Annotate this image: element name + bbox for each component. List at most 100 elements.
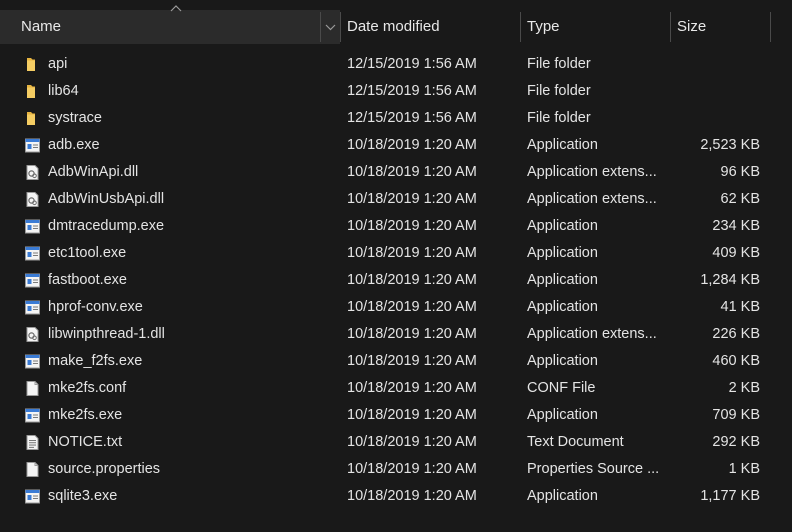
file-row[interactable]: systrace 12/15/2019 1:56 AM File folder: [0, 105, 792, 132]
file-icon: [24, 380, 41, 397]
chevron-down-icon: [325, 24, 336, 31]
file-row[interactable]: mke2fs.conf 10/18/2019 1:20 AM CONF File 2 …: [0, 375, 792, 402]
column-header-name[interactable]: Name: [0, 10, 340, 44]
file-row[interactable]: dmtracedump.exe 10/18/2019 1:20 AM Applica…: [0, 213, 792, 240]
file-size: 292 KB: [712, 434, 760, 450]
file-date-modified: 10/18/2019 1:20 AM: [347, 326, 477, 342]
file-type: Properties Source ...: [527, 461, 660, 477]
file-type: Application: [527, 407, 598, 423]
file-name: adb.exe: [48, 137, 100, 153]
application-icon: [24, 137, 41, 154]
file-name: mke2fs.exe: [48, 407, 123, 423]
file-size: 1,284 KB: [700, 272, 760, 288]
file-size: 1 KB: [728, 461, 760, 477]
file-type: Text Document: [527, 434, 624, 450]
file-type: Application: [527, 137, 598, 153]
file-name: api: [48, 56, 68, 72]
file-name: dmtracedump.exe: [48, 218, 165, 234]
file-row[interactable]: AdbWinApi.dll 10/18/2019 1:20 AM Applicati…: [0, 159, 792, 186]
file-type: Application extens...: [527, 164, 657, 180]
file-name: fastboot.exe: [48, 272, 127, 288]
column-header-type[interactable]: Type: [520, 10, 670, 44]
file-name: mke2fs.conf: [48, 380, 127, 396]
file-name: hprof-conv.exe: [48, 299, 143, 315]
file-row[interactable]: NOTICE.txt 10/18/2019 1:20 AM Text Documen…: [0, 429, 792, 456]
file-date-modified: 10/18/2019 1:20 AM: [347, 353, 477, 369]
application-icon: [24, 353, 41, 370]
file-type: Application: [527, 245, 598, 261]
file-name: libwinpthread-1.dll: [48, 326, 165, 342]
file-row[interactable]: make_f2fs.exe 10/18/2019 1:20 AM Applicati…: [0, 348, 792, 375]
file-date-modified: 10/18/2019 1:20 AM: [347, 272, 477, 288]
file-row[interactable]: source.properties 10/18/2019 1:20 AM Prope…: [0, 456, 792, 483]
file-date-modified: 10/18/2019 1:20 AM: [347, 407, 477, 423]
file-size: 709 KB: [712, 407, 760, 423]
file-date-modified: 10/18/2019 1:20 AM: [347, 380, 477, 396]
column-divider[interactable]: [770, 12, 771, 42]
file-type: Application: [527, 299, 598, 315]
file-size: 1,177 KB: [700, 488, 760, 504]
file-name: sqlite3.exe: [48, 488, 118, 504]
file-type: File folder: [527, 110, 591, 126]
file-name: systrace: [48, 110, 102, 126]
file-date-modified: 10/18/2019 1:20 AM: [347, 218, 477, 234]
file-row[interactable]: hprof-conv.exe 10/18/2019 1:20 AM Applicat…: [0, 294, 792, 321]
file-row[interactable]: libwinpthread-1.dll 10/18/2019 1:20 AM App…: [0, 321, 792, 348]
application-icon: [24, 272, 41, 289]
application-icon: [24, 245, 41, 262]
file-date-modified: 10/18/2019 1:20 AM: [347, 245, 477, 261]
folder-icon: [24, 110, 41, 127]
folder-icon: [24, 83, 41, 100]
file-name: lib64: [48, 83, 79, 99]
file-row[interactable]: fastboot.exe 10/18/2019 1:20 AM Applicatio…: [0, 267, 792, 294]
column-header-bar: Name Date modified Type Size: [0, 0, 792, 44]
file-row[interactable]: mke2fs.exe 10/18/2019 1:20 AM Application 7…: [0, 402, 792, 429]
file-type: Application extens...: [527, 191, 657, 207]
folder-icon: [24, 56, 41, 73]
file-date-modified: 10/18/2019 1:20 AM: [347, 191, 477, 207]
text-document-icon: [24, 434, 41, 451]
column-header-date-label: Date modified: [347, 18, 440, 35]
file-type: Application: [527, 272, 598, 288]
file-date-modified: 10/18/2019 1:20 AM: [347, 164, 477, 180]
column-header-size[interactable]: Size: [670, 10, 770, 44]
file-type: CONF File: [527, 380, 596, 396]
file-size: 62 KB: [720, 191, 761, 207]
file-icon: [24, 461, 41, 478]
file-date-modified: 10/18/2019 1:20 AM: [347, 488, 477, 504]
sort-ascending-icon: [170, 5, 182, 12]
column-filter-dropdown[interactable]: [320, 12, 340, 42]
column-header-date-modified[interactable]: Date modified: [340, 10, 520, 44]
application-icon: [24, 299, 41, 316]
file-date-modified: 12/15/2019 1:56 AM: [347, 110, 477, 126]
file-row[interactable]: sqlite3.exe 10/18/2019 1:20 AM Application…: [0, 483, 792, 510]
file-name: source.properties: [48, 461, 161, 477]
file-size: 2 KB: [728, 380, 760, 396]
file-row[interactable]: adb.exe 10/18/2019 1:20 AM Application 2,52…: [0, 132, 792, 159]
file-size: 96 KB: [720, 164, 761, 180]
file-row[interactable]: AdbWinUsbApi.dll 10/18/2019 1:20 AM Applic…: [0, 186, 792, 213]
file-row[interactable]: etc1tool.exe 10/18/2019 1:20 AM Applicatio…: [0, 240, 792, 267]
column-header-name-label: Name: [21, 18, 62, 35]
file-type: Application: [527, 488, 598, 504]
application-icon: [24, 407, 41, 424]
file-date-modified: 10/18/2019 1:20 AM: [347, 434, 477, 450]
file-size: 41 KB: [720, 299, 761, 315]
file-row[interactable]: lib64 12/15/2019 1:56 AM File folder: [0, 78, 792, 105]
header-top-strip: [0, 0, 792, 10]
file-name: make_f2fs.exe: [48, 353, 143, 369]
file-type: Application: [527, 353, 598, 369]
file-date-modified: 10/18/2019 1:20 AM: [347, 461, 477, 477]
file-type: File folder: [527, 56, 591, 72]
dll-icon: [24, 164, 41, 181]
file-size: 2,523 KB: [700, 137, 760, 153]
file-type: Application extens...: [527, 326, 657, 342]
file-type: File folder: [527, 83, 591, 99]
file-date-modified: 12/15/2019 1:56 AM: [347, 56, 477, 72]
column-header-size-label: Size: [677, 18, 707, 35]
file-size: 234 KB: [712, 218, 760, 234]
file-row[interactable]: api 12/15/2019 1:56 AM File folder: [0, 51, 792, 78]
file-date-modified: 10/18/2019 1:20 AM: [347, 137, 477, 153]
file-size: 460 KB: [712, 353, 760, 369]
file-name: NOTICE.txt: [48, 434, 123, 450]
